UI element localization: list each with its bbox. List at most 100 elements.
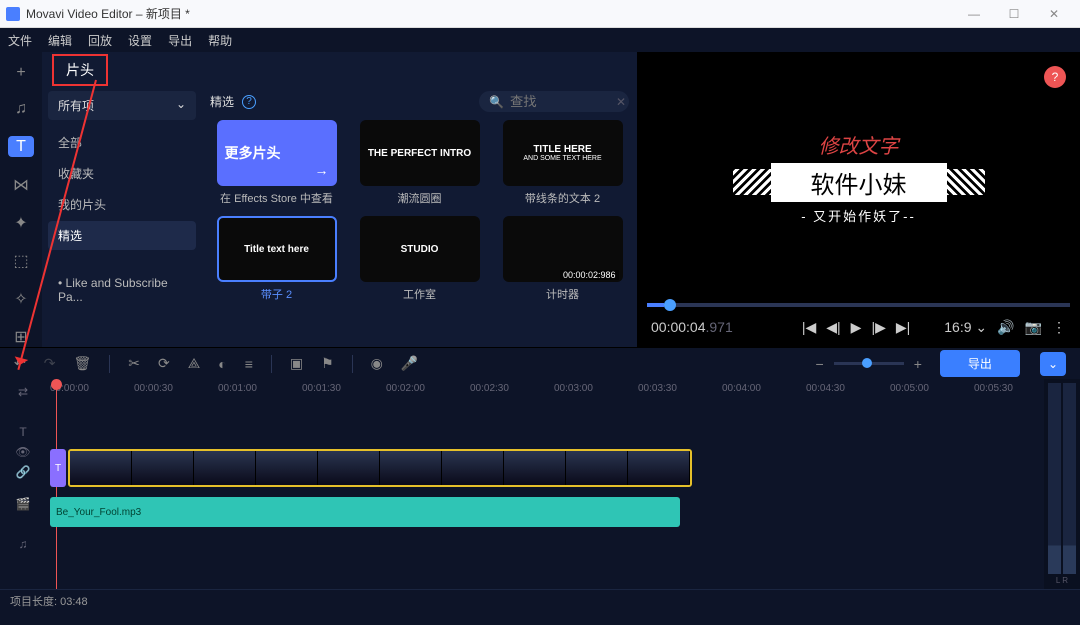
undo-icon[interactable]: ↶ [14,355,26,372]
side-like[interactable]: Like and Subscribe Pa... [48,270,196,310]
category-sidebar: 所有项 ⌄ 全部 收藏夹 我的片头 精选 Like and Subscribe … [42,87,202,347]
title-thumb[interactable]: 更多片头→ [217,120,337,186]
menu-help[interactable]: 帮助 [208,32,232,49]
color-icon[interactable]: ◐ [218,356,226,372]
zoom-in-icon[interactable]: + [914,356,922,372]
transition-icon[interactable]: ▣ [290,355,303,372]
video-track-icon[interactable]: 🎬 [16,497,31,511]
menu-edit[interactable]: 编辑 [48,32,72,49]
aspect-ratio[interactable]: 16:9 ⌄ [944,319,987,336]
side-featured[interactable]: 精选 [48,221,196,250]
title-thumb[interactable]: STUDIO [360,216,480,282]
help-icon[interactable]: ? [242,95,256,109]
thumb-label: 带线条的文本 2 [525,190,600,206]
zoom-slider[interactable] [834,362,904,365]
title-thumb[interactable]: TITLE HEREAND SOME TEXT HERE [503,120,623,186]
preview-controls: 00:00:04.971 |◀ ◀| ▶ |▶ ▶| 16:9 ⌄ 🔊 📷 ⋮ [637,307,1080,347]
elements-icon[interactable]: ✧ [11,289,31,309]
close-button[interactable]: ✕ [1034,7,1074,21]
link-icon[interactable]: 🔗 [16,465,31,479]
eye-icon[interactable]: 👁 [15,445,30,459]
menu-export[interactable]: 导出 [168,32,192,49]
ruler-tick: 00:05:30 [974,383,1013,394]
mic-icon[interactable]: 🎤 [401,355,418,372]
music-icon[interactable]: ♫ [11,100,31,118]
adjust-icon[interactable]: ≡ [245,356,253,372]
menubar: 文件 编辑 回放 设置 导出 帮助 [0,28,1080,52]
cut-icon[interactable]: ✂ [128,355,140,372]
ruler-tick: 00:01:00 [218,383,257,394]
preview-area: ? 修改文字 软件小妹 - 又开始作妖了-- 00:00:04.971 |◀ ◀… [637,52,1080,347]
video-clip[interactable] [68,449,692,487]
ruler-tick: 00:04:00 [722,383,761,394]
stickers-icon[interactable]: ⬚ [11,251,31,271]
redo-icon[interactable]: ↷ [44,355,56,372]
delete-icon[interactable]: 🗑 [73,355,91,372]
crop-icon[interactable]: ⟁ [188,355,201,372]
audio-clip[interactable]: Be_Your_Fool.mp3 [50,497,680,527]
preview-banner: 软件小妹 [771,163,947,202]
left-toolbar: + ♫ T ⋈ ✦ ⬚ ✧ ⊞ [0,52,42,347]
more-icon[interactable]: ⋮ [1052,319,1066,336]
ruler-tick: 00:00:30 [134,383,173,394]
side-mine[interactable]: 我的片头 [48,190,196,219]
seek-bar[interactable] [647,303,1070,307]
transitions-icon[interactable]: ⋈ [11,175,31,195]
audio-track-icon[interactable]: ♫ [19,537,28,551]
prev-frame-icon[interactable]: ◀| [826,319,840,336]
zoom-out-icon[interactable]: − [816,356,824,372]
search-box[interactable]: 🔍 ✕ [479,91,629,112]
track-headers: ⇄ T 👁 🔗 🎬 ♫ [0,379,46,589]
category-dropdown[interactable]: 所有项 ⌄ [48,91,196,120]
ruler-tick: 00:01:30 [302,383,341,394]
marker-icon[interactable]: ⚑ [321,355,334,372]
seek-knob[interactable] [664,299,676,311]
gallery-label: 精选 [210,93,234,110]
maximize-button[interactable]: ☐ [994,7,1034,21]
search-input[interactable] [510,94,610,109]
titles-icon[interactable]: T [8,136,34,157]
title-thumb[interactable]: THE PERFECT INTRO [360,120,480,186]
time-ruler[interactable]: 00:00:0000:00:3000:01:0000:01:3000:02:00… [46,379,1044,401]
menu-settings[interactable]: 设置 [128,32,152,49]
next-frame-icon[interactable]: |▶ [871,319,885,336]
title-thumb[interactable]: Title text here [217,216,337,282]
clear-icon[interactable]: ✕ [616,95,626,109]
status-label: 项目长度: [10,596,57,608]
skip-start-icon[interactable]: |◀ [802,319,816,336]
ruler-tick: 00:02:30 [470,383,509,394]
snapshot-icon[interactable]: 📷 [1025,319,1042,336]
volume-icon[interactable]: 🔊 [997,319,1014,336]
rotate-icon[interactable]: ⟳ [158,355,170,372]
thumb-label: 工作室 [403,286,436,302]
preview-text-bottom: - 又开始作妖了-- [801,206,916,225]
preview-canvas[interactable]: 修改文字 软件小妹 - 又开始作妖了-- [637,52,1080,303]
zoom-control: − + [816,356,922,372]
add-track-icon[interactable]: ⇄ [18,385,28,399]
add-icon[interactable]: + [11,64,31,82]
dropdown-label: 所有项 [58,97,94,114]
menu-playback[interactable]: 回放 [88,32,112,49]
skip-end-icon[interactable]: ▶| [896,319,910,336]
ruler-tick: 00:03:30 [638,383,677,394]
export-dropdown[interactable]: ⌄ [1040,352,1066,376]
timeline-body[interactable]: 00:00:0000:00:3000:01:0000:01:3000:02:00… [46,379,1044,589]
export-button[interactable]: 导出 [940,350,1020,377]
ruler-tick: 00:05:00 [890,383,929,394]
play-icon[interactable]: ▶ [851,319,862,336]
title-clip[interactable]: T [50,449,66,487]
thumb-label: 在 Effects Store 中查看 [220,190,333,206]
app-logo-icon [6,7,20,21]
minimize-button[interactable]: — [954,7,994,21]
title-thumb[interactable]: 00:00:02:986 [503,216,623,282]
record-icon[interactable]: ◉ [371,355,383,372]
more-icon[interactable]: ⊞ [11,327,31,347]
side-fav[interactable]: 收藏夹 [48,159,196,188]
side-all[interactable]: 全部 [48,128,196,157]
help-button[interactable]: ? [1044,66,1066,88]
text-track-icon[interactable]: T [19,425,26,439]
titlebar: Movavi Video Editor – 新项目 * — ☐ ✕ [0,0,1080,28]
menu-file[interactable]: 文件 [8,32,32,49]
status-value: 03:48 [60,596,88,608]
effects-icon[interactable]: ✦ [11,213,31,233]
